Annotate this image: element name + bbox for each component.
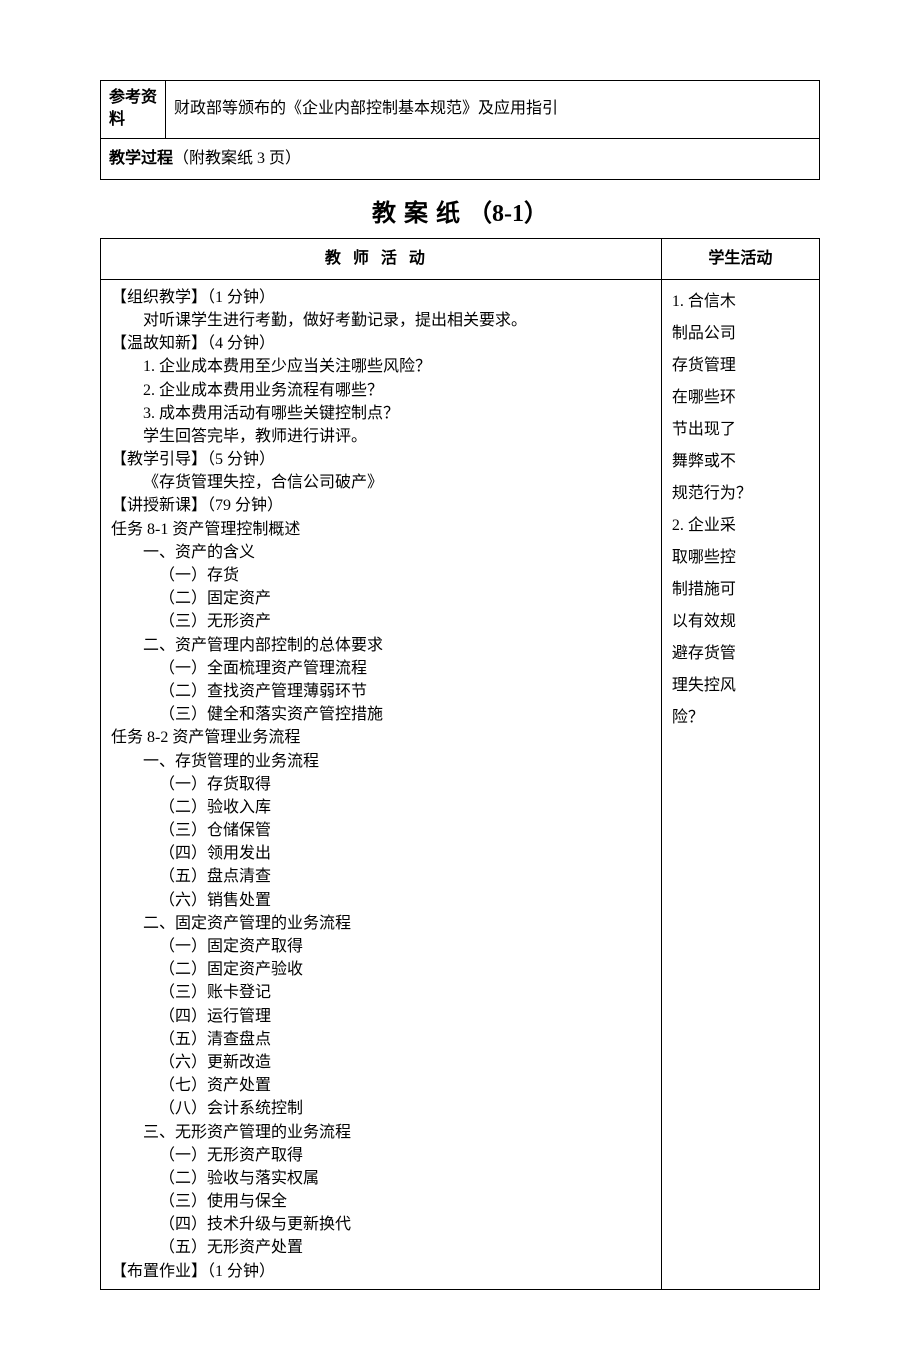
teacher-line: （一）固定资产取得 — [111, 935, 651, 958]
student-line: 理失控风 — [672, 670, 809, 702]
teacher-line: （五）盘点清查 — [111, 865, 651, 888]
student-line: 舞弊或不 — [672, 446, 809, 478]
teacher-line: （八）会计系统控制 — [111, 1097, 651, 1120]
student-line: 1. 合信木 — [672, 286, 809, 318]
teacher-line: （二）固定资产 — [111, 587, 651, 610]
teacher-line: （四）领用发出 — [111, 842, 651, 865]
teacher-line: （一）存货取得 — [111, 773, 651, 796]
teacher-line: 任务 8-1 资产管理控制概述 — [111, 518, 651, 541]
teacher-line: （一）存货 — [111, 564, 651, 587]
student-line: 2. 企业采 — [672, 510, 809, 542]
reference-label: 参考资料 — [101, 81, 166, 139]
teacher-line: （六）更新改造 — [111, 1051, 651, 1074]
process-label: 教学过程 — [109, 150, 173, 167]
page-title: 教案纸（8-1） — [100, 184, 820, 238]
teacher-line: 对听课学生进行考勤，做好考勤记录，提出相关要求。 — [111, 309, 651, 332]
teacher-line: （四）运行管理 — [111, 1005, 651, 1028]
student-line: 避存货管 — [672, 638, 809, 670]
teacher-line: 三、无形资产管理的业务流程 — [111, 1121, 651, 1144]
student-line: 制品公司 — [672, 318, 809, 350]
student-line: 取哪些控 — [672, 542, 809, 574]
lesson-table: 教师活动 学生活动 【组织教学】（1 分钟）对听课学生进行考勤，做好考勤记录，提… — [100, 238, 820, 1290]
teacher-line: 二、资产管理内部控制的总体要求 — [111, 634, 651, 657]
teacher-line: 【讲授新课】（79 分钟） — [111, 494, 651, 517]
teacher-line: 【温故知新】（4 分钟） — [111, 332, 651, 355]
student-activity-cell: 1. 合信木制品公司存货管理在哪些环节出现了舞弊或不规范行为？2. 企业采取哪些… — [661, 279, 819, 1289]
teacher-line: （六）销售处置 — [111, 889, 651, 912]
teacher-line: （一）全面梳理资产管理流程 — [111, 657, 651, 680]
reference-table: 参考资料 财政部等颁布的《企业内部控制基本规范》及应用指引 教学过程（附教案纸 … — [100, 80, 820, 180]
student-line: 规范行为？ — [672, 478, 809, 510]
reference-content: 财政部等颁布的《企业内部控制基本规范》及应用指引 — [166, 81, 820, 139]
teacher-line: （二）验收入库 — [111, 796, 651, 819]
teacher-line: 3. 成本费用活动有哪些关键控制点？ — [111, 402, 651, 425]
teacher-line: 任务 8-2 资产管理业务流程 — [111, 726, 651, 749]
teacher-line: 学生回答完毕，教师进行讲评。 — [111, 425, 651, 448]
teacher-line: （三）健全和落实资产管控措施 — [111, 703, 651, 726]
teacher-line: （三）仓储保管 — [111, 819, 651, 842]
title-paren: （8-1） — [468, 201, 548, 227]
student-line: 险？ — [672, 702, 809, 734]
teacher-line: （五）无形资产处置 — [111, 1236, 651, 1259]
process-note: （附教案纸 3 页） — [173, 150, 301, 167]
title-main: 教案纸 — [372, 201, 468, 227]
teacher-line: 1. 企业成本费用至少应当关注哪些风险？ — [111, 355, 651, 378]
teacher-line: 一、存货管理的业务流程 — [111, 750, 651, 773]
student-line: 以有效规 — [672, 606, 809, 638]
teacher-line: 【组织教学】（1 分钟） — [111, 286, 651, 309]
teacher-line: 2. 企业成本费用业务流程有哪些？ — [111, 379, 651, 402]
teacher-line: 【布置作业】（1 分钟） — [111, 1260, 651, 1283]
student-header: 学生活动 — [661, 238, 819, 279]
teacher-line: 【教学引导】（5 分钟） — [111, 448, 651, 471]
teacher-line: （三）使用与保全 — [111, 1190, 651, 1213]
process-row: 教学过程（附教案纸 3 页） — [101, 138, 820, 179]
student-line: 制措施可 — [672, 574, 809, 606]
student-line: 节出现了 — [672, 414, 809, 446]
teacher-line: 一、资产的含义 — [111, 541, 651, 564]
student-line: 存货管理 — [672, 350, 809, 382]
student-line: 在哪些环 — [672, 382, 809, 414]
teacher-line: （七）资产处置 — [111, 1074, 651, 1097]
teacher-line: 《存货管理失控，合信公司破产》 — [111, 471, 651, 494]
teacher-line: （三）无形资产 — [111, 610, 651, 633]
teacher-line: （二）固定资产验收 — [111, 958, 651, 981]
teacher-line: （三）账卡登记 — [111, 981, 651, 1004]
teacher-activity-cell: 【组织教学】（1 分钟）对听课学生进行考勤，做好考勤记录，提出相关要求。【温故知… — [101, 279, 662, 1289]
teacher-line: （五）清查盘点 — [111, 1028, 651, 1051]
teacher-line: 二、固定资产管理的业务流程 — [111, 912, 651, 935]
teacher-line: （一）无形资产取得 — [111, 1144, 651, 1167]
teacher-line: （四）技术升级与更新换代 — [111, 1213, 651, 1236]
teacher-line: （二）验收与落实权属 — [111, 1167, 651, 1190]
teacher-header: 教师活动 — [101, 238, 662, 279]
teacher-line: （二）查找资产管理薄弱环节 — [111, 680, 651, 703]
